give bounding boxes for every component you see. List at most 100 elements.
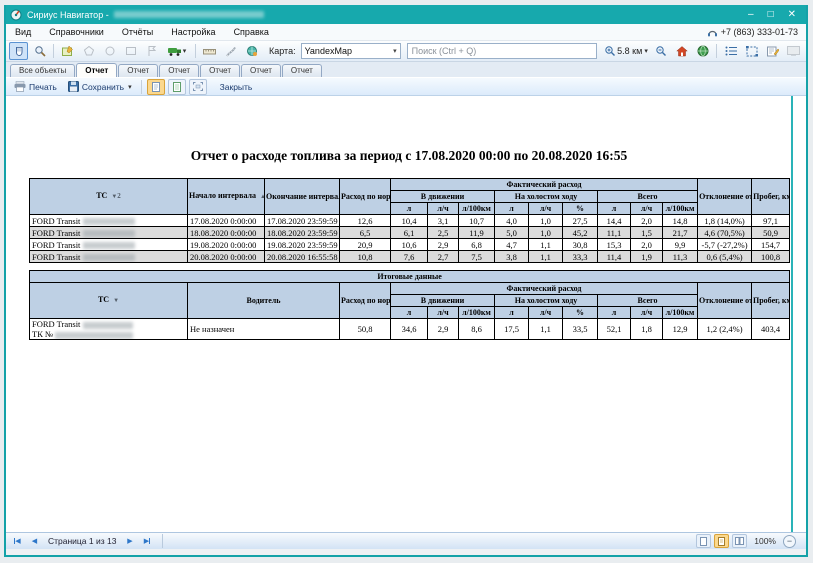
- col-header-deviation[interactable]: Отклонение от нормы, л: [698, 179, 752, 215]
- col-header-lp100[interactable]: л/100км: [459, 307, 495, 319]
- zoom-select-button[interactable]: [30, 42, 49, 60]
- col-group-actual[interactable]: Фактический расход: [391, 283, 698, 295]
- col-header-l[interactable]: л: [598, 307, 631, 319]
- tab-report-3[interactable]: Отчет: [159, 64, 199, 77]
- zoom-decrease-button[interactable]: −: [783, 535, 796, 548]
- close-button[interactable]: ✕: [788, 6, 796, 23]
- col-header-mileage[interactable]: Пробег, км: [752, 179, 790, 215]
- rectangle-tool-button[interactable]: [121, 42, 140, 60]
- col-header-deviation[interactable]: Отклонение от нормы, л: [698, 283, 752, 319]
- print-button[interactable]: Печать: [10, 79, 61, 94]
- globe-button[interactable]: [693, 42, 712, 60]
- col-header-l[interactable]: л: [495, 203, 529, 215]
- cell-total-lph: 1,8: [631, 319, 663, 340]
- menu-reports[interactable]: Отчёты: [113, 24, 162, 40]
- col-header-lph[interactable]: л/ч: [428, 307, 459, 319]
- col-group-total[interactable]: Всего: [598, 191, 698, 203]
- col-header-mileage[interactable]: Пробег, км: [752, 283, 790, 319]
- tab-report-2[interactable]: Отчет: [118, 64, 158, 77]
- menu-help[interactable]: Справка: [225, 24, 278, 40]
- col-group-moving[interactable]: В движении: [391, 191, 495, 203]
- col-header-l[interactable]: л: [391, 203, 428, 215]
- col-group-moving[interactable]: В движении: [391, 295, 495, 307]
- col-header-l[interactable]: л: [391, 307, 428, 319]
- tab-report-4[interactable]: Отчет: [200, 64, 240, 77]
- minimize-button[interactable]: –: [748, 6, 754, 23]
- col-group-idle[interactable]: На холостом ходу: [495, 191, 598, 203]
- cell-idle-lph: 1,0: [529, 227, 563, 239]
- view-single-page-button[interactable]: [147, 79, 165, 95]
- cell-moving-l: 6,1: [391, 227, 428, 239]
- view-multi-page-button[interactable]: [732, 534, 747, 548]
- cell-moving-l: 10,4: [391, 215, 428, 227]
- map-provider-select[interactable]: YandexMap ▾: [301, 43, 401, 59]
- col-header-norm[interactable]: Расход по норме, л: [340, 283, 391, 319]
- selection-frame-button[interactable]: [742, 42, 761, 60]
- view-normal-button[interactable]: [696, 534, 711, 548]
- cell-tc: FORD Transit: [30, 239, 188, 251]
- monitor-button[interactable]: [784, 42, 803, 60]
- view-fit-width-button[interactable]: [189, 79, 207, 95]
- pan-hand-button[interactable]: [9, 42, 28, 60]
- col-header-pct[interactable]: %: [563, 307, 598, 319]
- last-page-button[interactable]: ▶: [139, 534, 154, 548]
- flag-tool-button[interactable]: [142, 42, 161, 60]
- zoom-out-button[interactable]: [651, 42, 670, 60]
- menu-view[interactable]: Вид: [6, 24, 40, 40]
- page-navigation: ◀ ◀ Страница 1 из 13 ▶ ▶: [10, 534, 163, 548]
- vehicle-dropdown-button[interactable]: ▾: [163, 42, 191, 60]
- object-list-button[interactable]: [721, 42, 740, 60]
- col-header-tc[interactable]: ТС▼2: [30, 179, 188, 215]
- save-button[interactable]: Сохранить ▾: [64, 79, 136, 94]
- col-group-actual[interactable]: Фактический расход: [391, 179, 698, 191]
- col-header-pct[interactable]: %: [563, 203, 598, 215]
- col-header-l[interactable]: л: [598, 203, 631, 215]
- col-header-driver[interactable]: Водитель: [188, 283, 340, 319]
- search-input[interactable]: [407, 43, 597, 59]
- col-group-total[interactable]: Всего: [598, 295, 698, 307]
- cell-deviation: 4,6 (70,5%): [698, 227, 752, 239]
- cell-total-lp100: 12,9: [663, 319, 698, 340]
- col-header-lp100[interactable]: л/100км: [459, 203, 495, 215]
- view-continuous-button[interactable]: [168, 79, 186, 95]
- col-header-lph[interactable]: л/ч: [631, 203, 663, 215]
- col-header-lph[interactable]: л/ч: [529, 203, 563, 215]
- maximize-button[interactable]: □: [768, 6, 774, 23]
- tab-report-active[interactable]: Отчет: [76, 63, 117, 77]
- home-button[interactable]: [672, 42, 691, 60]
- ruler-button[interactable]: [200, 42, 219, 60]
- col-header-lph[interactable]: л/ч: [529, 307, 563, 319]
- route-button[interactable]: [221, 42, 240, 60]
- col-header-norm[interactable]: Расход по норме, л: [340, 179, 391, 215]
- geozones-button[interactable]: [242, 42, 261, 60]
- menu-directories[interactable]: Справочники: [40, 24, 113, 40]
- col-header-tc[interactable]: ТС▼: [30, 283, 188, 319]
- cell-moving-lp100: 11,9: [459, 227, 495, 239]
- view-page-layout-button[interactable]: [714, 534, 729, 548]
- menu-settings[interactable]: Настройка: [162, 24, 224, 40]
- next-page-button[interactable]: ▶: [122, 534, 137, 548]
- col-header-start[interactable]: Начало интервала▲: [188, 179, 265, 215]
- previous-page-button[interactable]: ◀: [27, 534, 42, 548]
- col-header-lp100[interactable]: л/100км: [663, 203, 698, 215]
- col-header-end[interactable]: Окончание интервала: [265, 179, 340, 215]
- map-label: Карта:: [269, 46, 296, 56]
- col-header-lph[interactable]: л/ч: [428, 203, 459, 215]
- col-header-lp100[interactable]: л/100км: [663, 307, 698, 319]
- tab-report-5[interactable]: Отчет: [241, 64, 281, 77]
- tab-all-objects[interactable]: Все объекты: [10, 64, 75, 77]
- cell-driver: Не назначен: [188, 319, 340, 340]
- first-page-button[interactable]: ◀: [10, 534, 25, 548]
- edit-note-button[interactable]: [763, 42, 782, 60]
- col-group-idle[interactable]: На холостом ходу: [495, 295, 598, 307]
- col-header-lph[interactable]: л/ч: [631, 307, 663, 319]
- circle-tool-button[interactable]: [100, 42, 119, 60]
- headset-icon: [707, 27, 718, 37]
- zoom-in-scale-button[interactable]: 5.8 км ▾: [603, 42, 649, 60]
- cell-tc: FORD Transit: [30, 251, 188, 263]
- tab-report-6[interactable]: Отчет: [282, 64, 322, 77]
- col-header-l[interactable]: л: [495, 307, 529, 319]
- polygon-tool-button[interactable]: [79, 42, 98, 60]
- edit-map-button[interactable]: [58, 42, 77, 60]
- close-report-button[interactable]: Закрыть: [216, 79, 257, 94]
